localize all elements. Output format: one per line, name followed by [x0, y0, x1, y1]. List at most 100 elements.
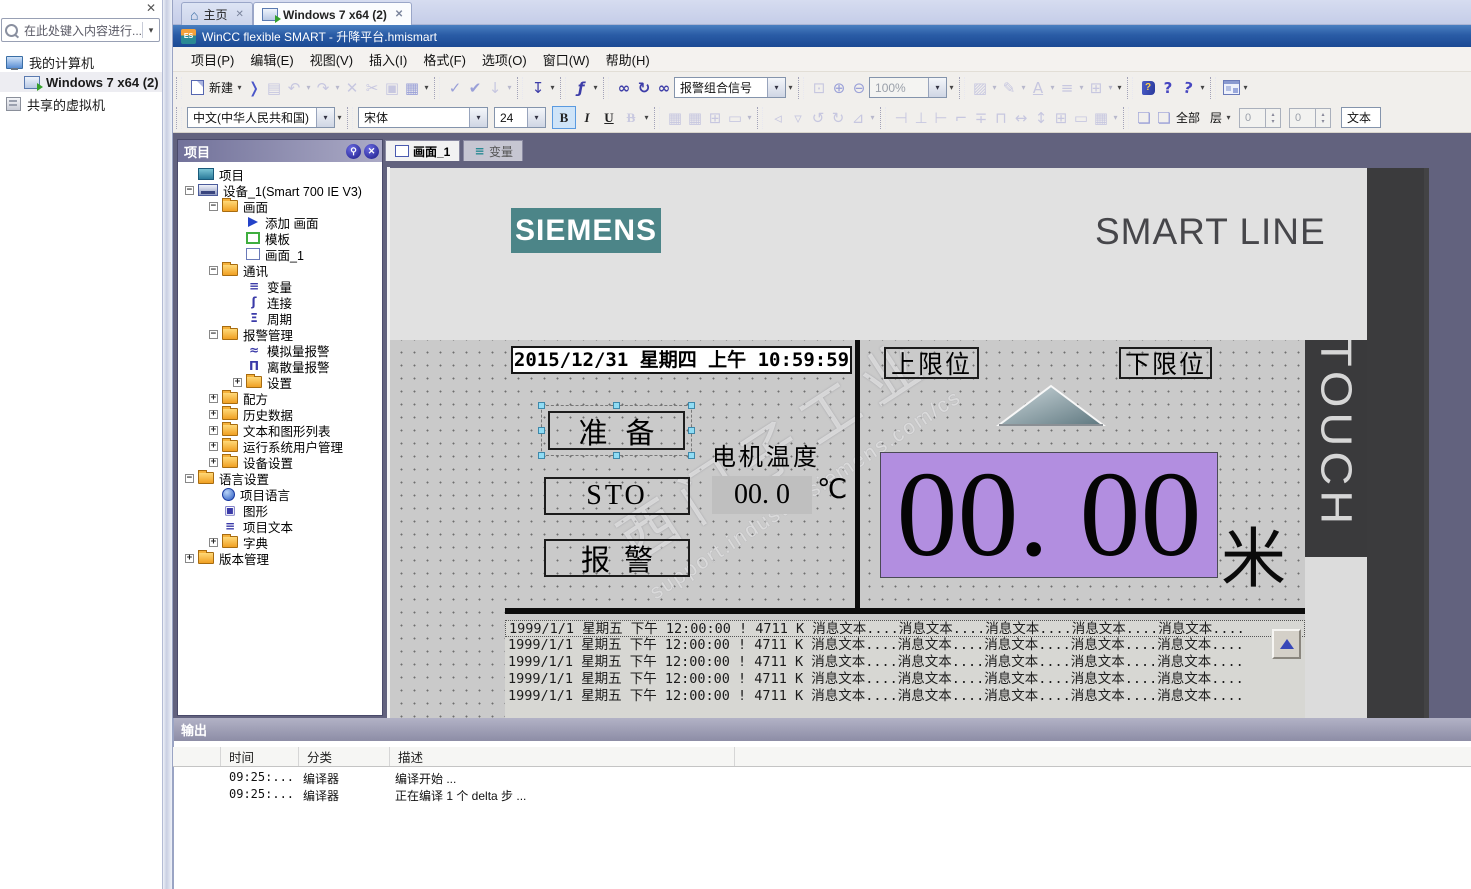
- tree-item-version-management[interactable]: + 版本管理: [179, 550, 381, 567]
- font-name-combobox[interactable]: 宋体 ▾: [358, 107, 488, 128]
- alarm-scroll-up-button[interactable]: [1272, 629, 1301, 659]
- redo-icon[interactable]: ↷: [313, 78, 333, 98]
- undo-dropdown-icon[interactable]: ▾: [304, 83, 313, 92]
- format-overflow-icon[interactable]: ▾: [642, 113, 651, 122]
- border-style-icon[interactable]: ⊞: [1086, 78, 1106, 98]
- toolbar-grip[interactable]: [1123, 106, 1129, 129]
- find-next-icon[interactable]: ∞: [654, 78, 674, 98]
- selection-handle[interactable]: [613, 452, 620, 459]
- tab-home-close-icon[interactable]: ✕: [235, 9, 243, 20]
- generate-icon[interactable]: ✔: [465, 78, 485, 98]
- motor-temp-value[interactable]: 00. 0: [712, 476, 812, 514]
- sidebar-item-shared-vms[interactable]: 共享的虚拟机: [6, 94, 105, 114]
- output-col-gutter[interactable]: [173, 747, 221, 766]
- sidebar-close-icon[interactable]: ✕: [146, 1, 156, 15]
- zoom-out-icon[interactable]: ⊖: [849, 78, 869, 98]
- rotate-overflow-icon[interactable]: ▾: [868, 113, 877, 122]
- ungroup-icon[interactable]: ▦: [685, 108, 705, 128]
- align-overflow-icon[interactable]: ▾: [1111, 113, 1120, 122]
- font-name-dropdown-icon[interactable]: ▾: [469, 108, 487, 127]
- same-height-icon[interactable]: ↕: [1031, 108, 1051, 128]
- vm-search-box[interactable]: 在此处键入内容进行... ▾: [1, 18, 160, 42]
- function-icon[interactable]: ƒ: [571, 78, 591, 98]
- line-style-dropdown-icon[interactable]: ▾: [1077, 83, 1086, 92]
- strike-button[interactable]: B: [620, 107, 642, 128]
- tree-item-screen-1[interactable]: 画面_1: [179, 246, 381, 263]
- selection-handle[interactable]: [538, 452, 545, 459]
- alarm-row[interactable]: 1999/1/1 星期五 下午 12:00:00 ! 4711 K 消息文本..…: [505, 637, 1305, 654]
- project-panel-close-icon[interactable]: ✕: [364, 143, 379, 159]
- tree-item-project-texts[interactable]: ≡ 项目文本: [179, 518, 381, 535]
- output-col-category[interactable]: 分类: [299, 747, 390, 766]
- alarm-row[interactable]: 1999/1/1 星期五 下午 12:00:00 ! 4711 K 消息文本..…: [505, 688, 1305, 705]
- project-panel-header[interactable]: 项目 ⚲ ✕: [178, 140, 382, 162]
- font-size-combobox[interactable]: 24 ▾: [494, 107, 546, 128]
- toolbar-grip[interactable]: [517, 76, 524, 99]
- toolbar-grip[interactable]: [959, 76, 966, 99]
- expand-icon[interactable]: +: [233, 377, 242, 387]
- bring-front-icon[interactable]: ❏: [1134, 108, 1154, 128]
- menu-project[interactable]: 项目(P): [183, 47, 242, 72]
- collapse-icon[interactable]: −: [209, 201, 218, 211]
- menu-insert[interactable]: 插入(I): [361, 47, 415, 72]
- paste-dropdown-icon[interactable]: ▾: [422, 83, 431, 92]
- align-bottom-icon[interactable]: ⊓: [991, 108, 1011, 128]
- menu-options[interactable]: 选项(O): [474, 47, 535, 72]
- datetime-field[interactable]: 2015/12/31 星期四 上午 10:59:59: [511, 346, 852, 374]
- bold-button[interactable]: B: [552, 106, 576, 129]
- new-button-label[interactable]: 新建: [209, 79, 233, 96]
- tree-item-dictionaries[interactable]: + 字典: [179, 534, 381, 551]
- selection-handle[interactable]: [688, 427, 695, 434]
- brush-icon[interactable]: ✎: [999, 78, 1019, 98]
- group-overflow-icon[interactable]: ▾: [745, 113, 754, 122]
- zoom-level-combobox[interactable]: 100% ▾: [869, 77, 948, 98]
- expand-icon[interactable]: +: [209, 393, 218, 403]
- expand-icon[interactable]: +: [209, 537, 218, 547]
- pin-icon[interactable]: ⚲: [346, 143, 361, 159]
- language-dropdown-icon[interactable]: ▾: [316, 108, 334, 127]
- border-dropdown-icon[interactable]: ▾: [1106, 83, 1115, 92]
- menu-view[interactable]: 视图(V): [302, 47, 361, 72]
- brush-dropdown-icon[interactable]: ▾: [1019, 83, 1028, 92]
- tab-home[interactable]: ⌂ 主页 ✕: [181, 2, 253, 26]
- sidebar-splitter[interactable]: [162, 0, 173, 889]
- window-layout-icon[interactable]: [1221, 78, 1241, 98]
- sidebar-item-my-computer[interactable]: 我的计算机: [6, 52, 94, 72]
- ready-button[interactable]: 准备: [548, 411, 685, 450]
- new-dropdown-icon[interactable]: ▾: [235, 83, 244, 92]
- toolbar-grip[interactable]: [434, 76, 441, 99]
- underline-button[interactable]: U: [598, 107, 620, 128]
- find-icon[interactable]: ∞: [614, 78, 634, 98]
- text-list-combobox[interactable]: 文本: [1341, 107, 1382, 128]
- tab-vm[interactable]: Windows 7 x64 (2) ✕: [253, 2, 413, 26]
- tab-tags[interactable]: ≡ 变量: [463, 140, 524, 161]
- indicator-triangle[interactable]: [995, 383, 1107, 429]
- rotate-right-icon[interactable]: ↻: [828, 108, 848, 128]
- center-horizontal-icon[interactable]: ▭: [1071, 108, 1091, 128]
- tree-item-alarm-settings[interactable]: + 设置: [179, 374, 381, 391]
- alarm-group-combobox[interactable]: 报警组合信号 ▾: [674, 77, 787, 98]
- selection-handle[interactable]: [688, 452, 695, 459]
- remove-from-group-icon[interactable]: ▭: [725, 108, 745, 128]
- expand-icon[interactable]: +: [209, 441, 218, 451]
- tree-item-project-languages[interactable]: 项目语言: [179, 486, 381, 503]
- search-dropdown-icon[interactable]: ▾: [142, 22, 159, 38]
- menu-window[interactable]: 窗口(W): [535, 47, 598, 72]
- language-combobox[interactable]: 中文(中华人民共和国) ▾: [187, 107, 335, 128]
- flip-horizontal-icon[interactable]: ◃: [768, 108, 788, 128]
- expand-icon[interactable]: +: [185, 553, 194, 563]
- toolbar-grip[interactable]: [560, 76, 567, 99]
- sync-icon[interactable]: ↻: [634, 78, 654, 98]
- wincc-title-bar[interactable]: ES WinCC flexible SMART - 升降平台.hmismart: [173, 25, 1471, 47]
- flip-vertical-icon[interactable]: ▿: [788, 108, 808, 128]
- sto-button[interactable]: STO: [544, 477, 690, 515]
- output-panel-header[interactable]: 输出: [173, 718, 1471, 741]
- rotate-90-icon[interactable]: ⊿: [848, 108, 868, 128]
- alarm-combo-dropdown-icon[interactable]: ▾: [767, 78, 786, 97]
- tab-screen-1[interactable]: 画面_1: [385, 140, 461, 161]
- compile-icon[interactable]: ↧: [528, 78, 548, 98]
- layer-label[interactable]: 层: [1210, 109, 1222, 126]
- selection-handle[interactable]: [538, 427, 545, 434]
- help-index-icon[interactable]: ?: [1158, 78, 1178, 98]
- output-col-time[interactable]: 时间: [221, 747, 299, 766]
